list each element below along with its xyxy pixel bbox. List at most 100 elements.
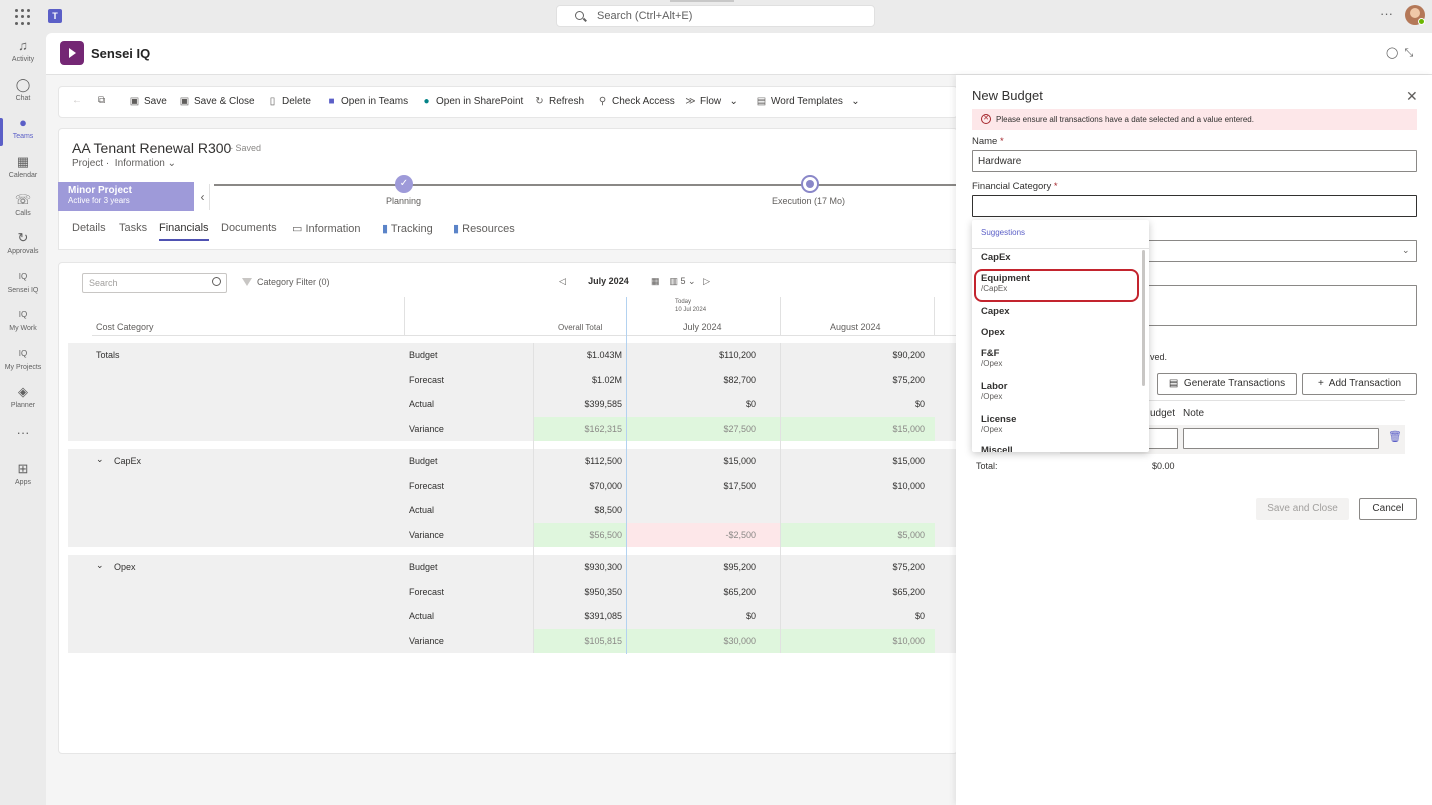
save-and-close-button[interactable]: Save and Close [1256, 498, 1349, 520]
tab-financials[interactable]: Financials [159, 222, 209, 241]
form-selector[interactable]: Information [115, 158, 165, 169]
rail-item-approvals[interactable]: ↻ Approvals [0, 229, 46, 267]
financial-category-field[interactable] [972, 195, 1417, 217]
chevron-down-icon[interactable]: ⌄ [688, 276, 696, 286]
category-filter-button[interactable]: Category Filter (0) [242, 277, 330, 287]
generate-transactions-button[interactable]: ▤ Generate Transactions [1157, 373, 1297, 395]
chevron-down-icon[interactable]: ⌄ [96, 560, 104, 571]
more-options-icon[interactable]: ··· [1380, 6, 1393, 21]
rail-item-sensei-iq[interactable]: IQ Sensei IQ [0, 268, 46, 306]
suggestion-item[interactable]: Labor/Opex [981, 381, 1131, 401]
august-cell: $15,000 [892, 423, 925, 434]
rail-item-label: Approvals [7, 248, 39, 255]
active-stage-flyout[interactable]: Minor Project Active for 3 years [58, 182, 194, 211]
app-header [46, 33, 1432, 75]
rail-item-label: Teams [12, 133, 34, 140]
stage-execution-label[interactable]: Execution (17 Mo) [772, 196, 845, 206]
row-type-label: Actual [409, 399, 435, 409]
rail-item-teams[interactable]: ● Teams [0, 114, 46, 152]
budget-amount-input[interactable] [1148, 428, 1178, 449]
refresh-button[interactable]: ↻ Refresh [534, 96, 584, 107]
description-textarea[interactable] [1148, 285, 1417, 326]
popout-icon[interactable]: ⤡ [1404, 47, 1413, 59]
header-cost-category[interactable]: Cost Category [96, 322, 154, 332]
rail-item-calls[interactable]: ☏ Calls [0, 191, 46, 229]
dropdown-field[interactable] [1148, 240, 1417, 262]
header-july-2024[interactable]: July 2024 [683, 322, 722, 332]
today-label: Today [675, 299, 692, 305]
open-in-teams-button[interactable]: ■ Open in Teams [326, 96, 408, 107]
tab-information[interactable]: ▭ Information [292, 222, 361, 235]
note-input[interactable] [1183, 428, 1379, 449]
tab-resources[interactable]: ▮ Resources [453, 222, 515, 235]
name-field[interactable]: Hardware [972, 150, 1417, 172]
rail-item-my-work[interactable]: IQ My Work [0, 306, 46, 344]
tab-documents[interactable]: Documents [221, 222, 277, 234]
chevron-left-icon[interactable]: ‹ [196, 184, 210, 210]
next-month-icon[interactable]: ▷ [703, 276, 710, 286]
months-count[interactable]: 5 [681, 276, 686, 286]
tab-tracking-label: Tracking [390, 223, 433, 235]
overall-total-cell: $1.02M [591, 374, 622, 385]
grid-search-input[interactable]: Search [82, 273, 227, 293]
suggestion-name: F&F [981, 348, 1000, 359]
rail-item-apps[interactable]: ⊞ Apps [0, 460, 46, 498]
tab-tasks[interactable]: Tasks [119, 222, 147, 234]
open-in-sharepoint-button[interactable]: ● Open in SharePoint [421, 96, 523, 107]
save-close-label: Save & Close [194, 96, 255, 107]
back-icon[interactable]: ← [72, 95, 82, 106]
header-overall-total[interactable]: Overall Total [558, 323, 602, 332]
chevron-down-icon[interactable]: ⌄ [1402, 245, 1410, 256]
apps-icon: ⊞ [17, 461, 29, 476]
suggestion-item[interactable]: Capex [981, 306, 1131, 317]
stage-complete-check-icon[interactable]: ✓ [395, 175, 413, 193]
suggestion-item[interactable]: License/Opex [981, 414, 1131, 434]
rail-item-label: Calls [15, 210, 31, 217]
magnifier-icon: ⚲ [598, 96, 607, 107]
suggestion-item[interactable]: CapEx [981, 252, 1131, 263]
word-templates-button[interactable]: ▤ Word Templates ⌄ [756, 96, 860, 107]
suggestions-scrollbar[interactable] [1142, 250, 1145, 386]
header-august-2024[interactable]: August 2024 [830, 322, 881, 332]
save-close-button[interactable]: ▣ Save & Close [179, 96, 255, 107]
word-templates-icon: ▤ [756, 96, 767, 107]
suggestion-item[interactable]: Opex [981, 327, 1131, 338]
stage-current-icon[interactable] [801, 175, 819, 193]
previous-month-icon[interactable]: ◁ [559, 276, 566, 286]
overall-total-cell: $930,300 [584, 562, 622, 572]
cancel-button[interactable]: Cancel [1359, 498, 1417, 520]
entity-name: Project [72, 158, 104, 169]
close-icon[interactable]: ✕ [1406, 88, 1418, 105]
name-label-text: Name [972, 136, 998, 147]
rail-item-activity[interactable]: ♫ Activity [0, 37, 46, 75]
chat-bubble-icon[interactable]: ◯ [1386, 47, 1398, 59]
chevron-down-icon[interactable]: ⌄ [168, 158, 176, 169]
suggestion-item[interactable]: Miscell [981, 445, 1131, 452]
calendar-icon[interactable]: ▦ [651, 276, 660, 286]
popout-record-icon[interactable]: ⧉ [98, 95, 105, 106]
rail-item-planner[interactable]: ◈ Planner [0, 383, 46, 421]
check-access-button[interactable]: ⚲ Check Access [597, 96, 675, 107]
stage-planning-label[interactable]: Planning [386, 196, 421, 206]
rail-item-more[interactable]: ··· [0, 424, 46, 462]
row-type-label: Forecast [409, 586, 445, 597]
chevron-down-icon[interactable]: ⌄ [96, 454, 104, 465]
flow-button[interactable]: ≫ Flow ⌄ [685, 96, 738, 107]
global-search-input[interactable]: Search (Ctrl+Alt+E) [556, 5, 875, 27]
rail-item-calendar[interactable]: ▦ Calendar [0, 153, 46, 191]
tab-information-label: Information [305, 223, 361, 235]
chat-icon: ◯ [15, 77, 31, 92]
tab-tracking[interactable]: ▮ Tracking [382, 222, 433, 235]
rail-item-my-projects[interactable]: IQ My Projects [0, 345, 46, 383]
delete-button[interactable]: ▯ Delete [267, 96, 311, 107]
suggestion-item[interactable]: F&F/Opex [981, 348, 1131, 368]
columns-icon[interactable]: ▥ [669, 276, 678, 286]
rail-item-chat[interactable]: ◯ Chat [0, 76, 46, 114]
app-launcher-icon[interactable] [15, 9, 31, 25]
save-button[interactable]: ▣ Save [129, 96, 167, 107]
add-transaction-button[interactable]: + Add Transaction [1302, 373, 1417, 395]
delete-row-icon[interactable]: 🗑 [1388, 430, 1402, 443]
add-transaction-label: Add Transaction [1328, 378, 1402, 389]
row-type-label: Actual [409, 611, 435, 621]
tab-details[interactable]: Details [72, 222, 106, 234]
